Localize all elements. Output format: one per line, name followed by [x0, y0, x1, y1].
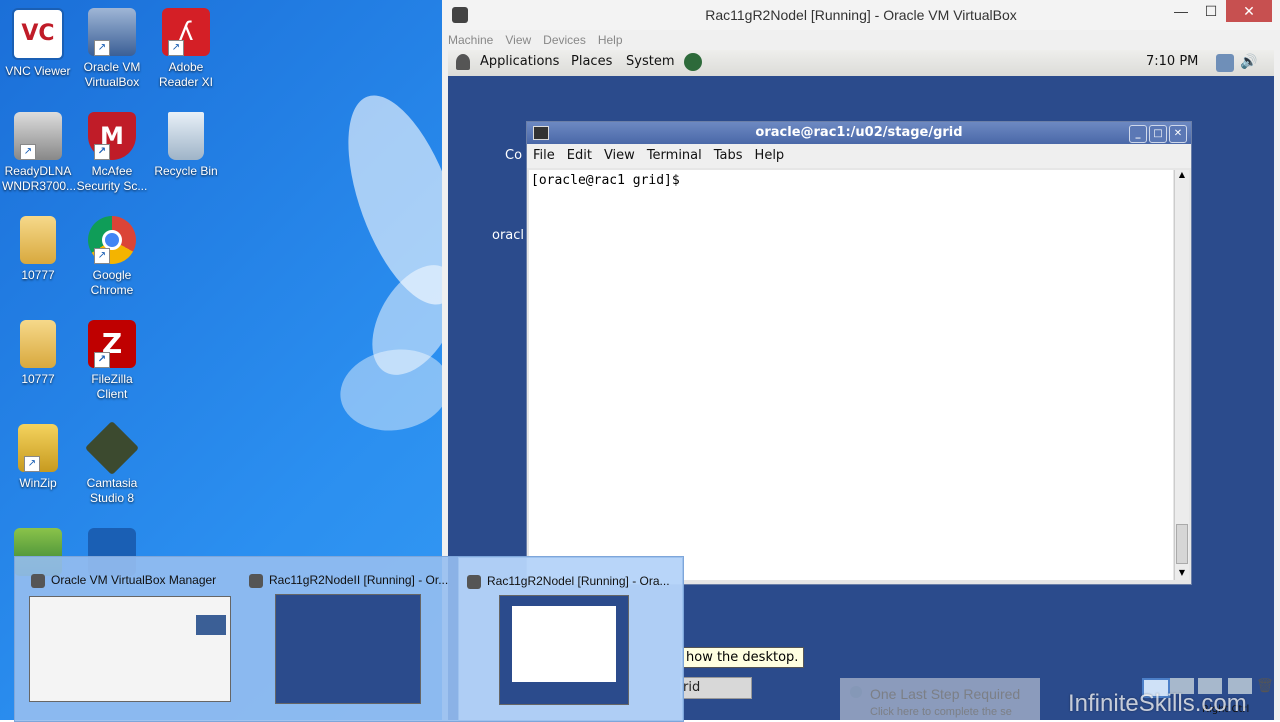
network-globe-icon[interactable]	[684, 53, 702, 71]
show-desktop-tooltip: how the desktop.	[680, 647, 805, 668]
watermark: InfiniteSkills.com	[1068, 690, 1247, 717]
desktop-icon-folder-10777-2[interactable]: 10777	[2, 320, 74, 387]
scrollbar-thumb[interactable]	[1176, 524, 1188, 564]
terminal-menu-bar: File Edit View Terminal Tabs Help	[527, 144, 1191, 168]
desktop-icon-readydlna[interactable]: ↗ ReadyDLNA WNDR3700...	[2, 112, 76, 194]
virtualbox-title-bar[interactable]: Rac11gR2Nodel [Running] - Oracle VM Virt…	[442, 0, 1280, 30]
info-icon	[850, 686, 862, 698]
shortcut-arrow-icon: ↗	[94, 40, 110, 56]
filezilla-icon: Z ↗	[88, 320, 136, 368]
shortcut-arrow-icon: ↗	[168, 40, 184, 56]
menu-view[interactable]: View	[499, 30, 537, 50]
menu-terminal[interactable]: Terminal	[641, 144, 708, 168]
desktop-icon-virtualbox[interactable]: ↗ Oracle VM VirtualBox	[76, 8, 148, 90]
camtasia-icon	[84, 420, 140, 476]
winzip-icon: ↗	[18, 424, 58, 472]
thumbnail-rac-node-1[interactable]: Rac11gR2Nodel [Running] - Ora...	[458, 557, 683, 721]
scroll-down-icon[interactable]: ▼	[1176, 568, 1188, 580]
terminal-window: oracle@rac1:/u02/stage/grid _ □ ✕ File Ed…	[526, 121, 1192, 585]
adobe-reader-icon: ʎ ↗	[162, 8, 210, 56]
close-button[interactable]: ✕	[1226, 0, 1272, 22]
volume-icon[interactable]: 🔊	[1240, 54, 1257, 70]
shortcut-arrow-icon: ↗	[94, 248, 110, 264]
terminal-title-bar[interactable]: oracle@rac1:/u02/stage/grid _ □ ✕	[527, 122, 1191, 144]
chrome-center-icon	[102, 230, 122, 250]
virtualbox-app-icon	[452, 7, 468, 23]
thumbnail-image	[499, 595, 629, 705]
menu-help[interactable]: Help	[592, 30, 629, 50]
desktop-icon-camtasia[interactable]: Camtasia Studio 8	[76, 420, 148, 506]
gnome-top-panel: Applications Places System 7:10 PM 🔊	[448, 50, 1274, 77]
guest-task-button[interactable]: rid	[680, 677, 752, 699]
desktop-icon-recycle-bin[interactable]: Recycle Bin	[150, 112, 222, 179]
vnc-icon: VC	[12, 8, 64, 60]
notification-body: Click here to complete the se	[870, 706, 1012, 718]
taskbar-thumbnail-preview: Oracle VM VirtualBox Manager Rac11gR2Nod…	[14, 556, 684, 722]
guest-desktop-icon-label[interactable]: oracl	[492, 228, 524, 243]
places-menu[interactable]: Places	[571, 54, 612, 69]
terminal-minimize-button[interactable]: _	[1129, 125, 1147, 143]
thumbnail-caption: Rac11gR2NodeII [Running] - Or...	[249, 573, 448, 588]
virtualbox-menu-bar: Machine View Devices Help	[442, 30, 1280, 50]
applications-menu[interactable]: Applications	[480, 54, 559, 69]
shortcut-arrow-icon: ↗	[24, 456, 40, 472]
wallpaper-flower	[333, 341, 457, 439]
shortcut-arrow-icon: ↗	[20, 144, 36, 160]
mcafee-shield-icon: M ↗	[88, 112, 136, 160]
thumbnail-terminal-preview	[512, 606, 616, 682]
menu-edit[interactable]: Edit	[561, 144, 598, 168]
folder-icon	[20, 216, 56, 264]
shortcut-arrow-icon: ↗	[94, 352, 110, 368]
desktop-icon-filezilla[interactable]: Z ↗ FileZilla Client	[76, 320, 148, 402]
terminal-output[interactable]: [oracle@rac1 grid]$	[529, 170, 1173, 580]
desktop-icon-mcafee[interactable]: M ↗ McAfee Security Sc...	[76, 112, 148, 194]
desktop-icon-adobe-reader[interactable]: ʎ ↗ Adobe Reader XI	[150, 8, 222, 90]
readydlna-icon: ↗	[14, 112, 62, 160]
menu-view[interactable]: View	[598, 144, 641, 168]
thumbnail-preview-pane	[196, 615, 226, 635]
virtualbox-vm-icon	[467, 574, 481, 589]
action-center-notification[interactable]: One Last Step Required Click here to com…	[840, 678, 1040, 720]
menu-file[interactable]: File	[527, 144, 561, 168]
window-title: Rac11gR2Nodel [Running] - Oracle VM Virt…	[705, 7, 1017, 23]
thumbnail-caption: Rac11gR2Nodel [Running] - Ora...	[467, 574, 670, 589]
thumbnail-virtualbox-manager[interactable]: Oracle VM VirtualBox Manager	[15, 557, 243, 719]
terminal-title: oracle@rac1:/u02/stage/grid	[755, 125, 963, 140]
menu-help[interactable]: Help	[749, 144, 791, 168]
minimize-button[interactable]: —	[1166, 0, 1196, 22]
thumbnail-caption: Oracle VM VirtualBox Manager	[31, 573, 216, 588]
terminal-scrollbar[interactable]: ▲ ▼	[1174, 170, 1189, 580]
recycle-bin-icon	[168, 112, 204, 160]
terminal-app-icon	[533, 126, 549, 140]
scroll-up-icon[interactable]: ▲	[1176, 170, 1188, 182]
folder-icon	[20, 320, 56, 368]
menu-devices[interactable]: Devices	[537, 30, 592, 50]
system-menu[interactable]: System	[626, 54, 674, 69]
thumbnail-image	[29, 596, 231, 702]
panel-clock[interactable]: 7:10 PM	[1146, 54, 1198, 69]
desktop-icon-winzip[interactable]: ↗ WinZip	[2, 424, 74, 491]
virtualbox-vm-icon	[249, 573, 263, 588]
chrome-icon: ↗	[88, 216, 136, 264]
terminal-close-button[interactable]: ✕	[1169, 125, 1187, 143]
desktop-icon-chrome[interactable]: ↗ Google Chrome	[76, 216, 148, 298]
network-status-icon[interactable]	[1216, 54, 1234, 72]
thumbnail-image	[275, 594, 421, 704]
gnome-foot-icon	[456, 54, 470, 70]
notification-title: One Last Step Required	[870, 686, 1021, 702]
menu-tabs[interactable]: Tabs	[708, 144, 749, 168]
terminal-maximize-button[interactable]: □	[1149, 125, 1167, 143]
maximize-button[interactable]: ☐	[1196, 0, 1226, 22]
desktop-icon-vnc-viewer[interactable]: VC VNC Viewer	[2, 8, 74, 79]
virtualbox-app-icon	[31, 573, 45, 588]
desktop-icon-folder-10777[interactable]: 10777	[2, 216, 74, 283]
menu-machine[interactable]: Machine	[442, 30, 499, 50]
trash-icon[interactable]: 🗑	[1256, 678, 1274, 694]
virtualbox-icon: ↗	[88, 8, 136, 56]
guest-desktop-icon-label[interactable]: Co	[505, 148, 522, 163]
shortcut-arrow-icon: ↗	[94, 144, 110, 160]
thumbnail-rac-node-2[interactable]: Rac11gR2NodeII [Running] - Or...	[243, 557, 457, 719]
shell-prompt: [oracle@rac1 grid]$	[531, 173, 680, 188]
